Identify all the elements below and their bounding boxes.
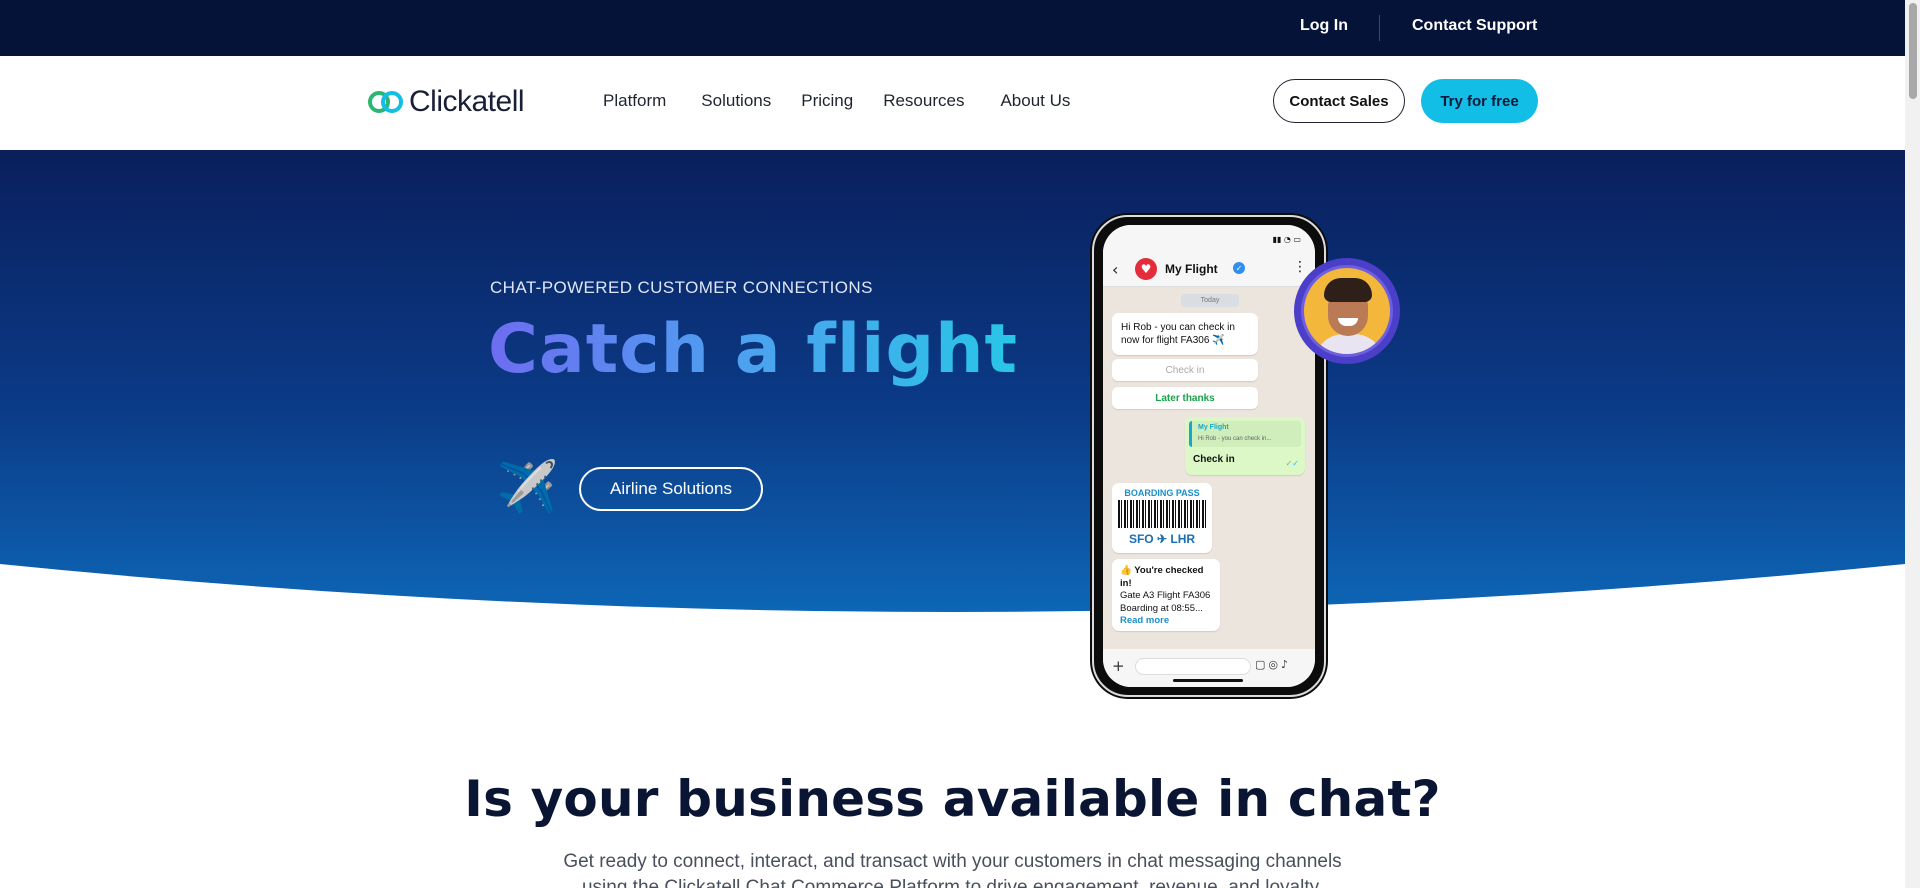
back-arrow-icon: ‹ xyxy=(1112,260,1119,279)
phone-status-bar: ▮▮ ◔ ▭ xyxy=(1103,225,1315,251)
quote-title: My Flight xyxy=(1198,424,1229,431)
avatar-body xyxy=(1314,334,1384,354)
customer-avatar xyxy=(1294,258,1400,364)
avatar-hair xyxy=(1324,278,1372,302)
chat-header: ‹ ♥ My Flight ✓ ⋮ xyxy=(1103,251,1315,287)
contact-sales-button[interactable]: Contact Sales xyxy=(1273,79,1405,123)
nav-item-pricing[interactable]: Pricing xyxy=(801,91,853,111)
reply-text: Check in xyxy=(1193,454,1235,465)
airplane-icon: ✈️ xyxy=(496,458,559,516)
verified-badge-icon: ✓ xyxy=(1233,262,1245,274)
contact-support-link[interactable]: Contact Support xyxy=(1412,17,1537,35)
incoming-message: Hi Rob - you can check in now for flight… xyxy=(1112,313,1258,355)
home-indicator xyxy=(1173,679,1243,682)
more-options-icon: ⋮ xyxy=(1293,259,1307,275)
hero-eyebrow: CHAT-POWERED CUSTOMER CONNECTIONS xyxy=(490,278,873,297)
barcode-icon xyxy=(1118,500,1206,528)
section-body: Get ready to connect, interact, and tran… xyxy=(563,851,1342,888)
boarding-pass-card: BOARDING PASS SFO ✈ LHR xyxy=(1112,483,1212,553)
boarding-pass-title: BOARDING PASS xyxy=(1124,488,1200,498)
gate-line: Gate A3 Flight FA306 xyxy=(1120,590,1211,601)
signal-battery-icon: ▮▮ ◔ ▭ xyxy=(1272,235,1301,244)
checked-in-message: 👍 You're checked in! Gate A3 Flight FA30… xyxy=(1112,559,1220,631)
nav-menu: Platform Solutions Pricing Resources Abo… xyxy=(603,91,1070,111)
boarding-time-line: Boarding at 08:55... xyxy=(1120,602,1203,614)
quick-reply-check-in: Check in xyxy=(1112,359,1258,381)
phone-mockup: ▮▮ ◔ ▭ ‹ ♥ My Flight ✓ ⋮ Today Hi Rob - … xyxy=(1092,215,1326,697)
avatar-photo xyxy=(1301,265,1393,357)
logo-wordmark: Clickatell xyxy=(409,85,525,118)
divider xyxy=(1379,15,1380,41)
outgoing-reply: My Flight Hi Rob - you can check in... C… xyxy=(1185,417,1305,475)
chat-name: My Flight xyxy=(1165,262,1218,276)
scrollbar-thumb[interactable] xyxy=(1909,3,1917,99)
page: Log In Contact Support Clickatell Platfo… xyxy=(0,0,1905,888)
nav-item-about-us[interactable]: About Us xyxy=(1000,91,1070,111)
top-utility-bar: Log In Contact Support xyxy=(0,0,1905,56)
chat-input-bar: + ▢◎♪ xyxy=(1103,649,1315,687)
nav-item-resources[interactable]: Resources xyxy=(883,91,964,111)
quoted-message: My Flight Hi Rob - you can check in... xyxy=(1189,421,1301,447)
login-link[interactable]: Log In xyxy=(1300,17,1348,35)
read-ticks-icon: ✓✓ xyxy=(1285,459,1299,468)
camera-mic-icons: ▢◎♪ xyxy=(1255,658,1292,671)
chat-input-field xyxy=(1135,658,1251,675)
phone-screen: ▮▮ ◔ ▭ ‹ ♥ My Flight ✓ ⋮ Today Hi Rob - … xyxy=(1103,225,1315,687)
quote-text: Hi Rob - you can check in... xyxy=(1198,436,1272,442)
page-scrollbar[interactable] xyxy=(1905,0,1920,888)
hero-section: CHAT-POWERED CUSTOMER CONNECTIONS Catch … xyxy=(0,150,1905,620)
nav-item-platform[interactable]: Platform xyxy=(603,91,666,111)
nav-item-solutions[interactable]: Solutions xyxy=(701,91,771,111)
day-chip: Today xyxy=(1181,294,1239,307)
checked-in-line: 👍 You're checked in! xyxy=(1120,565,1204,589)
heart-icon: ♥ xyxy=(1135,258,1157,280)
airline-solutions-button[interactable]: Airline Solutions xyxy=(579,467,763,511)
boarding-route: SFO ✈ LHR xyxy=(1128,532,1196,546)
read-more-link: Read more xyxy=(1120,615,1170,626)
try-for-free-button[interactable]: Try for free xyxy=(1421,79,1538,123)
clickatell-logo[interactable]: Clickatell xyxy=(367,84,525,120)
plus-icon: + xyxy=(1112,657,1125,675)
hero-headline: Catch a flight xyxy=(488,310,1019,389)
section-title: Is your business available in chat? xyxy=(464,770,1441,828)
main-navigation: Clickatell Platform Solutions Pricing Re… xyxy=(0,56,1905,150)
quick-reply-later: Later thanks xyxy=(1112,387,1258,409)
logo-icon xyxy=(368,91,403,113)
